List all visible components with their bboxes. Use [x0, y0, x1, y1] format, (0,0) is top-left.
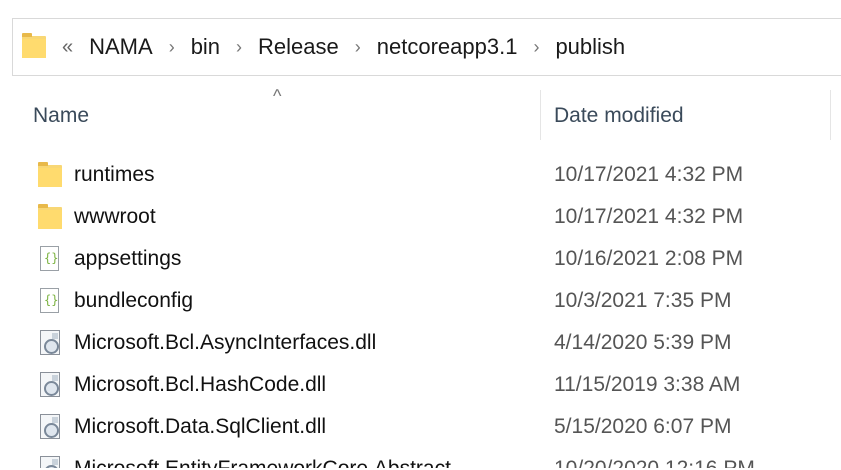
list-item[interactable]: Microsoft.Bcl.AsyncInterfaces.dll 4/14/2…: [0, 322, 841, 364]
file-list: runtimes 10/17/2021 4:32 PM wwwroot 10/1…: [0, 154, 841, 468]
dll-file-icon: [38, 414, 62, 440]
column-divider[interactable]: [540, 90, 541, 140]
breadcrumb-overflow-button[interactable]: «: [62, 36, 73, 59]
breadcrumb-item-publish[interactable]: publish: [553, 34, 627, 60]
file-date-modified: 10/17/2021 4:32 PM: [554, 163, 744, 186]
file-date-modified: 10/16/2021 2:08 PM: [554, 247, 744, 270]
file-name: Microsoft.Bcl.AsyncInterfaces.dll: [74, 331, 377, 354]
column-header-row: ^ Name Date modified: [0, 86, 841, 145]
breadcrumb-item-release[interactable]: Release: [256, 34, 341, 60]
list-item[interactable]: Microsoft.EntityFrameworkCore.Abstract..…: [0, 448, 841, 468]
list-item[interactable]: {} bundleconfig 10/3/2021 7:35 PM: [0, 280, 841, 322]
column-header-date-modified[interactable]: Date modified: [554, 104, 684, 128]
json-file-icon: {}: [38, 246, 62, 272]
file-date-modified: 11/15/2019 3:38 AM: [554, 373, 741, 396]
folder-icon: [22, 33, 48, 61]
chevron-right-icon[interactable]: ›: [533, 37, 539, 58]
breadcrumb: « NAMA › bin › Release › netcoreapp3.1 ›…: [62, 34, 627, 60]
file-date-modified: 10/17/2021 4:32 PM: [554, 205, 744, 228]
folder-icon: [38, 162, 62, 188]
file-name: wwwroot: [74, 205, 156, 228]
list-item[interactable]: wwwroot 10/17/2021 4:32 PM: [0, 196, 841, 238]
breadcrumb-item-netcoreapp[interactable]: netcoreapp3.1: [375, 34, 520, 60]
dll-file-icon: [38, 372, 62, 398]
file-date-modified: 10/20/2020 12:16 PM: [554, 457, 755, 468]
list-item[interactable]: runtimes 10/17/2021 4:32 PM: [0, 154, 841, 196]
file-name: Microsoft.Data.SqlClient.dll: [74, 415, 327, 438]
column-header-name[interactable]: Name: [33, 104, 89, 128]
breadcrumb-item-bin[interactable]: bin: [189, 34, 222, 60]
file-name: Microsoft.Bcl.HashCode.dll: [74, 373, 327, 396]
column-divider[interactable]: [830, 90, 831, 140]
json-file-icon: {}: [38, 288, 62, 314]
file-name: appsettings: [74, 247, 182, 270]
sort-ascending-icon: ^: [273, 86, 282, 106]
file-date-modified: 10/3/2021 7:35 PM: [554, 289, 732, 312]
chevron-right-icon[interactable]: ›: [236, 37, 242, 58]
list-item[interactable]: Microsoft.Data.SqlClient.dll 5/15/2020 6…: [0, 406, 841, 448]
chevron-right-icon[interactable]: ›: [169, 37, 175, 58]
list-item[interactable]: {} appsettings 10/16/2021 2:08 PM: [0, 238, 841, 280]
file-date-modified: 5/15/2020 6:07 PM: [554, 415, 732, 438]
dll-file-icon: [38, 456, 62, 468]
dll-file-icon: [38, 330, 62, 356]
file-name: Microsoft.EntityFrameworkCore.Abstract..…: [74, 457, 468, 468]
list-item[interactable]: Microsoft.Bcl.HashCode.dll 11/15/2019 3:…: [0, 364, 841, 406]
breadcrumb-item-nama[interactable]: NAMA: [87, 34, 155, 60]
file-date-modified: 4/14/2020 5:39 PM: [554, 331, 732, 354]
file-name: runtimes: [74, 163, 155, 186]
file-name: bundleconfig: [74, 289, 194, 312]
folder-icon: [38, 204, 62, 230]
chevron-right-icon[interactable]: ›: [355, 37, 361, 58]
address-bar[interactable]: « NAMA › bin › Release › netcoreapp3.1 ›…: [12, 18, 841, 76]
